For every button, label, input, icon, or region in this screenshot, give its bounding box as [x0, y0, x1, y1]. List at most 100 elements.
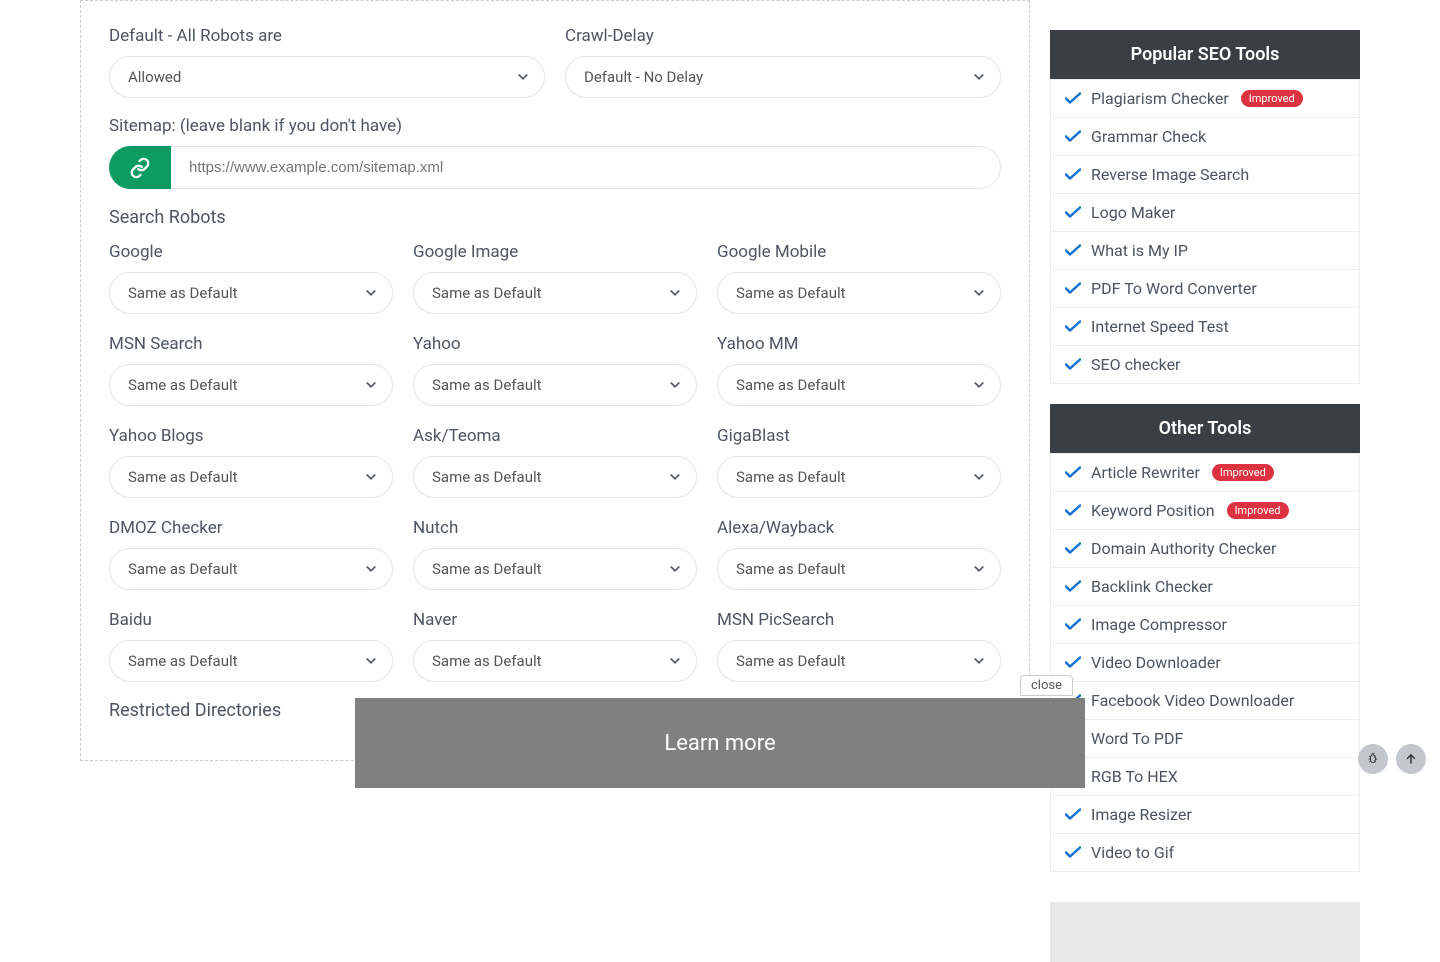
select-value: Same as Default	[109, 364, 393, 406]
check-icon	[1065, 244, 1081, 257]
other-item-2[interactable]: Domain Authority Checker	[1051, 530, 1359, 568]
robots-form: Default - All Robots are Allowed Crawl-D…	[80, 0, 1030, 761]
select-value: Same as Default	[109, 640, 393, 682]
robot-select-13[interactable]: Same as Default	[413, 640, 697, 682]
improved-badge: Improved	[1241, 90, 1303, 107]
robot-select-2[interactable]: Same as Default	[717, 272, 1001, 314]
sidebar-ad[interactable]	[1050, 902, 1360, 962]
robot-label: Nutch	[413, 518, 697, 538]
other-item-7[interactable]: Word To PDF	[1051, 720, 1359, 758]
tool-label: Backlink Checker	[1091, 577, 1213, 596]
other-item-6[interactable]: Facebook Video Downloader	[1051, 682, 1359, 720]
banner-text: Learn more	[664, 731, 775, 756]
robot-select-6[interactable]: Same as Default	[109, 456, 393, 498]
robot-select-7[interactable]: Same as Default	[413, 456, 697, 498]
select-value: Same as Default	[109, 548, 393, 590]
check-icon	[1065, 466, 1081, 479]
robot-select-11[interactable]: Same as Default	[717, 548, 1001, 590]
crawl-delay-label: Crawl-Delay	[565, 26, 1001, 46]
popular-tools-header: Popular SEO Tools	[1050, 30, 1360, 79]
robot-select-8[interactable]: Same as Default	[717, 456, 1001, 498]
check-icon	[1065, 656, 1081, 669]
robot-label: DMOZ Checker	[109, 518, 393, 538]
check-icon	[1065, 168, 1081, 181]
select-value: Same as Default	[717, 272, 1001, 314]
robot-select-9[interactable]: Same as Default	[109, 548, 393, 590]
other-item-4[interactable]: Image Compressor	[1051, 606, 1359, 644]
check-icon	[1065, 846, 1081, 859]
tool-label: What is My IP	[1091, 241, 1188, 260]
popular-item-6[interactable]: Internet Speed Test	[1051, 308, 1359, 346]
check-icon	[1065, 130, 1081, 143]
popular-tools-panel: Popular SEO Tools Plagiarism Checker Impr…	[1050, 30, 1360, 384]
other-item-1[interactable]: Keyword Position Improved	[1051, 492, 1359, 530]
improved-badge: Improved	[1227, 502, 1289, 519]
robot-label: Google Image	[413, 242, 697, 262]
robot-label: Alexa/Wayback	[717, 518, 1001, 538]
tool-label: Logo Maker	[1091, 203, 1175, 222]
tool-label: Facebook Video Downloader	[1091, 691, 1294, 710]
robot-select-10[interactable]: Same as Default	[413, 548, 697, 590]
popular-item-7[interactable]: SEO checker	[1051, 346, 1359, 383]
other-item-0[interactable]: Article RewriterImproved	[1051, 454, 1359, 492]
crawl-delay-select[interactable]: Default - No Delay	[565, 56, 1001, 98]
popular-item-3[interactable]: Logo Maker	[1051, 194, 1359, 232]
tool-label: Reverse Image Search	[1091, 165, 1249, 184]
select-value: Same as Default	[413, 364, 697, 406]
robot-label: MSN Search	[109, 334, 393, 354]
robot-label: Google	[109, 242, 393, 262]
bug-report-button[interactable]	[1358, 744, 1388, 774]
select-value: Same as Default	[413, 640, 697, 682]
check-icon	[1065, 206, 1081, 219]
select-value: Same as Default	[413, 272, 697, 314]
default-robots-select[interactable]: Allowed	[109, 56, 545, 98]
other-tools-header: Other Tools	[1050, 404, 1360, 453]
tool-label: Keyword Position	[1091, 501, 1215, 520]
robot-select-12[interactable]: Same as Default	[109, 640, 393, 682]
scroll-top-button[interactable]	[1396, 744, 1426, 774]
tool-label: Video Downloader	[1091, 653, 1221, 672]
robot-label: Yahoo Blogs	[109, 426, 393, 446]
popular-item-4[interactable]: What is My IP	[1051, 232, 1359, 270]
robot-select-5[interactable]: Same as Default	[717, 364, 1001, 406]
select-value: Allowed	[109, 56, 545, 98]
robot-label: Yahoo	[413, 334, 697, 354]
robot-label: GigaBlast	[717, 426, 1001, 446]
tool-label: Internet Speed Test	[1091, 317, 1229, 336]
sitemap-input[interactable]	[171, 146, 1001, 189]
robot-select-0[interactable]: Same as Default	[109, 272, 393, 314]
robot-select-4[interactable]: Same as Default	[413, 364, 697, 406]
default-robots-label: Default - All Robots are	[109, 26, 545, 46]
check-icon	[1065, 282, 1081, 295]
robot-label: Google Mobile	[717, 242, 1001, 262]
bottom-banner[interactable]: Learn more	[355, 698, 1085, 788]
other-item-10[interactable]: Video to Gif	[1051, 834, 1359, 871]
popular-item-5[interactable]: PDF To Word Converter	[1051, 270, 1359, 308]
popular-item-0[interactable]: Plagiarism Checker Improved	[1051, 80, 1359, 118]
other-item-9[interactable]: Image Resizer	[1051, 796, 1359, 834]
tool-label: Image Resizer	[1091, 805, 1192, 824]
tool-label: Grammar Check	[1091, 127, 1206, 146]
popular-item-1[interactable]: Grammar Check	[1051, 118, 1359, 156]
popular-item-2[interactable]: Reverse Image Search	[1051, 156, 1359, 194]
robot-select-14[interactable]: Same as Default	[717, 640, 1001, 682]
select-value: Default - No Delay	[565, 56, 1001, 98]
other-item-3[interactable]: Backlink Checker	[1051, 568, 1359, 606]
other-item-5[interactable]: Video Downloader	[1051, 644, 1359, 682]
tool-label: Plagiarism Checker	[1091, 89, 1229, 108]
robot-select-1[interactable]: Same as Default	[413, 272, 697, 314]
other-item-8[interactable]: RGB To HEX	[1051, 758, 1359, 796]
close-ad-button[interactable]: close	[1020, 675, 1073, 696]
select-value: Same as Default	[717, 548, 1001, 590]
robot-select-3[interactable]: Same as Default	[109, 364, 393, 406]
check-icon	[1065, 92, 1081, 105]
check-icon	[1065, 618, 1081, 631]
tool-label: SEO checker	[1091, 355, 1180, 374]
check-icon	[1065, 808, 1081, 821]
check-icon	[1065, 542, 1081, 555]
other-tools-panel: Other Tools Article RewriterImprovedKeyw…	[1050, 404, 1360, 872]
robot-label: Baidu	[109, 610, 393, 630]
select-value: Same as Default	[717, 364, 1001, 406]
tool-label: RGB To HEX	[1091, 767, 1178, 786]
link-icon	[109, 146, 171, 189]
